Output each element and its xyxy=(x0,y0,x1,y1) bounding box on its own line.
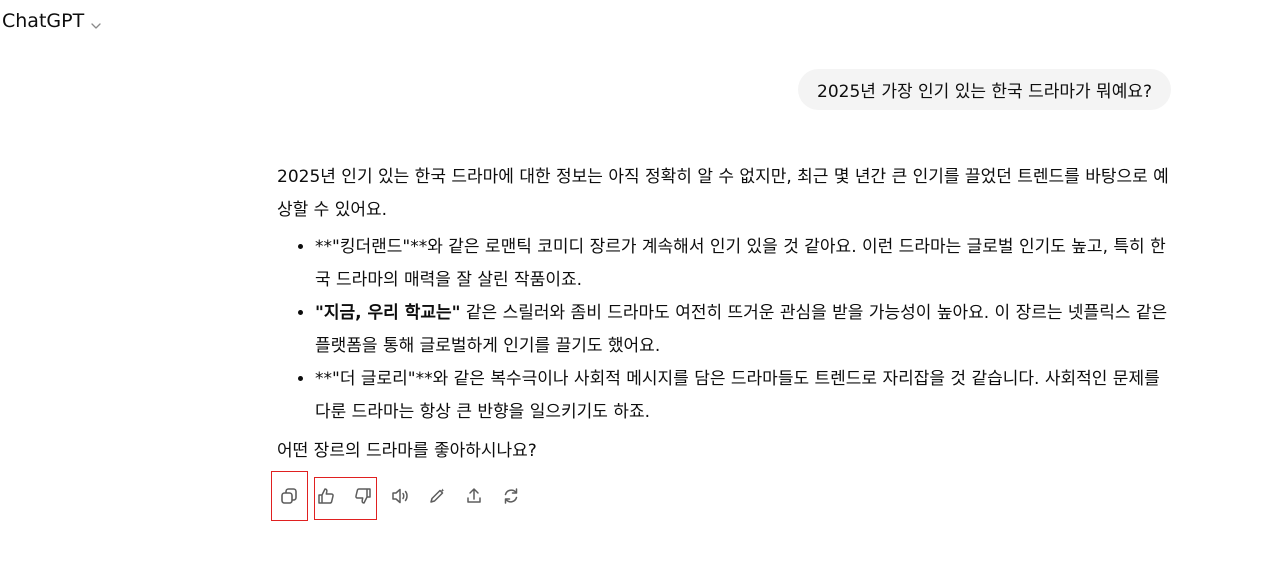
message-action-bar xyxy=(271,471,531,521)
user-message-text: 2025년 가장 인기 있는 한국 드라마가 뭐예요? xyxy=(817,82,1152,102)
read-aloud-icon[interactable] xyxy=(389,485,411,507)
share-icon[interactable] xyxy=(463,485,485,507)
edit-icon[interactable] xyxy=(426,485,448,507)
thumbs-up-icon[interactable] xyxy=(315,485,337,507)
user-message-bubble: 2025년 가장 인기 있는 한국 드라마가 뭐예요? xyxy=(798,69,1171,110)
thumbs-down-icon[interactable] xyxy=(352,485,374,507)
bullet-bold-title: "지금, 우리 학교는" xyxy=(315,303,461,323)
chevron-down-icon xyxy=(90,15,102,29)
regenerate-icon[interactable] xyxy=(500,485,522,507)
list-item: **"더 글로리"**와 같은 복수극이나 사회적 메시지를 담은 드라마들도 … xyxy=(315,363,1172,429)
chat-page: ChatGPT 2025년 가장 인기 있는 한국 드라마가 뭐예요? 2025… xyxy=(0,0,1280,571)
assistant-intro: 2025년 인기 있는 한국 드라마에 대한 정보는 아직 정확히 알 수 없지… xyxy=(277,167,1169,220)
bullet-text: **"킹더랜드"**와 같은 로맨틱 코미디 장르가 계속해서 인기 있을 것 … xyxy=(315,237,1166,290)
copy-icon[interactable] xyxy=(278,485,300,507)
model-name: ChatGPT xyxy=(2,10,85,32)
assistant-bullet-list: **"킹더랜드"**와 같은 로맨틱 코미디 장르가 계속해서 인기 있을 것 … xyxy=(277,231,1172,429)
bullet-text: **"더 글로리"**와 같은 복수극이나 사회적 메시지를 담은 드라마들도 … xyxy=(315,369,1160,422)
assistant-message: 2025년 인기 있는 한국 드라마에 대한 정보는 아직 정확히 알 수 없지… xyxy=(277,161,1172,468)
list-item: "지금, 우리 학교는" 같은 스릴러와 좀비 드라마도 여전히 뜨거운 관심을… xyxy=(315,297,1172,363)
list-item: **"킹더랜드"**와 같은 로맨틱 코미디 장르가 계속해서 인기 있을 것 … xyxy=(315,231,1172,297)
model-selector[interactable]: ChatGPT xyxy=(2,10,102,32)
assistant-question: 어떤 장르의 드라마를 좋아하시나요? xyxy=(277,441,537,461)
